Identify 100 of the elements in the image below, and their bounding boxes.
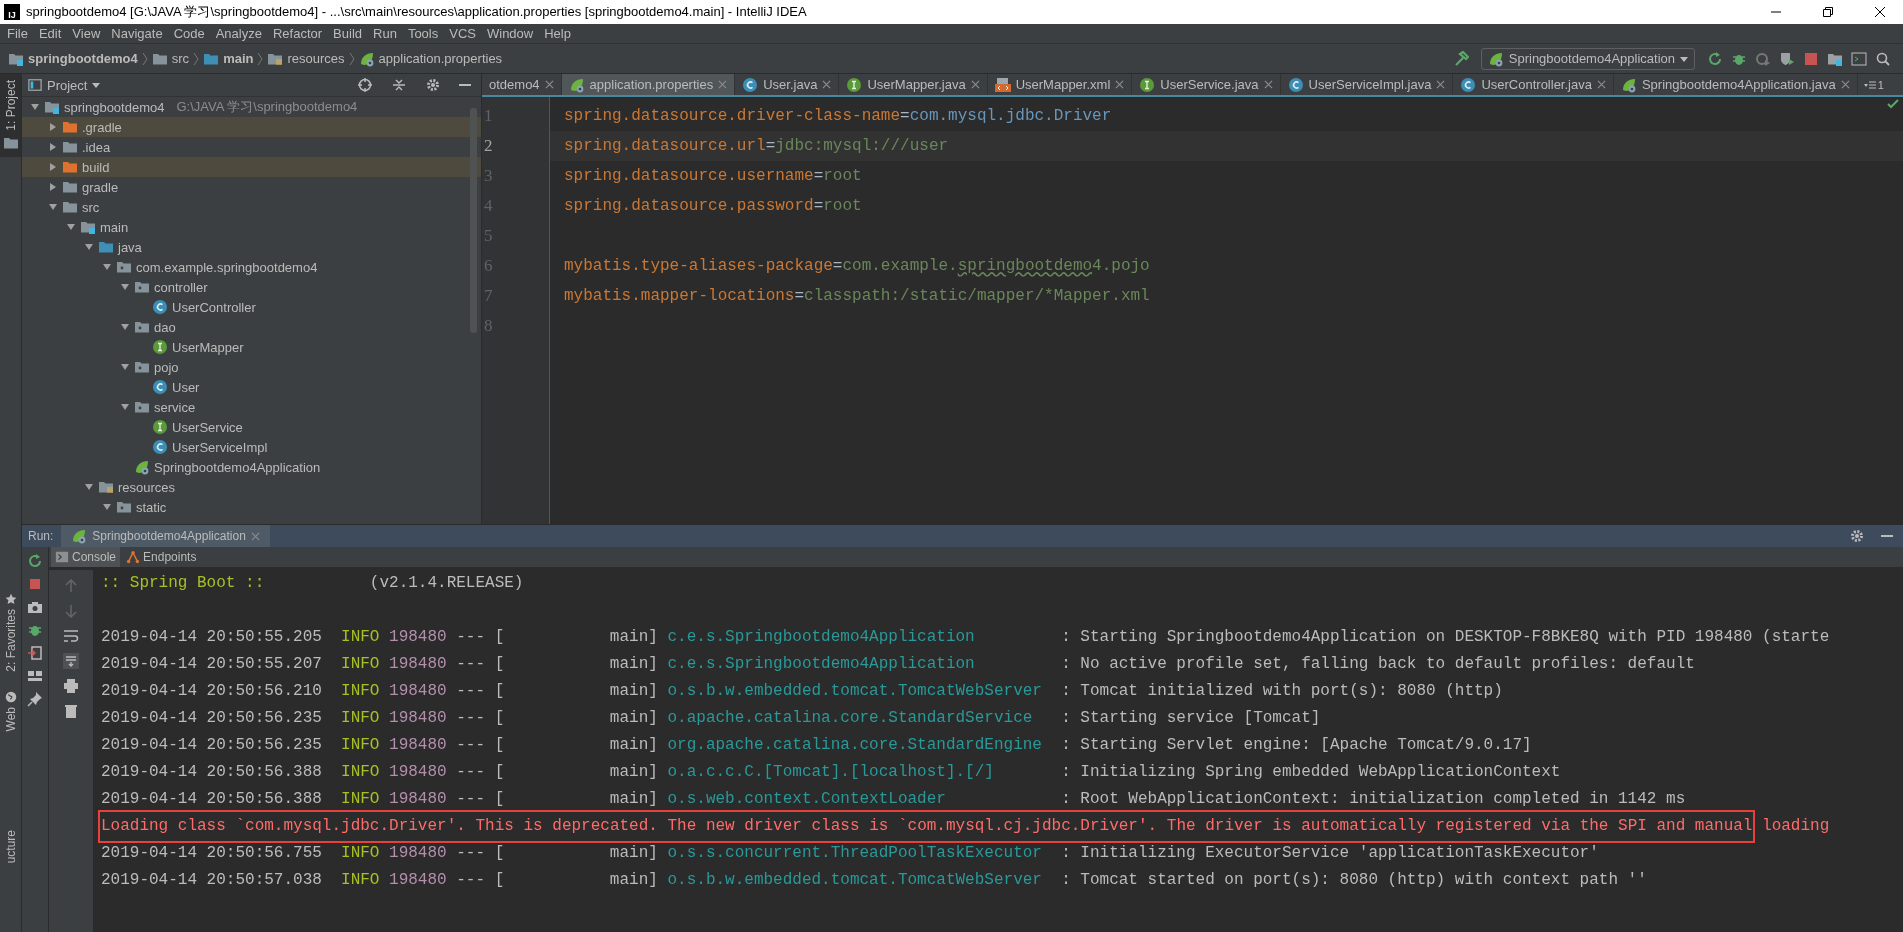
tree-item[interactable]: springbootdemo4 G:\JAVA 学习\springbootdemo4: [22, 97, 481, 117]
tree-item[interactable]: gradle: [22, 177, 481, 197]
collapse-all-button[interactable]: [391, 77, 407, 93]
editor-tab[interactable]: User.java: [735, 74, 840, 95]
editor-tab[interactable]: application.properties: [561, 74, 736, 95]
tool-window-tab[interactable]: Web: [0, 685, 21, 738]
tool-window-tab[interactable]: 1: Project: [0, 74, 21, 157]
menu-item[interactable]: Analyze: [210, 26, 268, 41]
expanded-arrow-icon[interactable]: [84, 482, 94, 492]
collapsed-arrow-icon[interactable]: [48, 142, 58, 152]
expanded-arrow-icon[interactable]: [30, 102, 40, 112]
breadcrumb-item[interactable]: springbootdemo4: [8, 50, 138, 67]
clear-button[interactable]: [63, 703, 79, 719]
tree-item[interactable]: UserMapper: [22, 337, 481, 357]
close-tab-button[interactable]: [970, 80, 980, 89]
project-view-dropdown[interactable]: Project: [28, 77, 101, 93]
editor-tab[interactable]: UserMapper.xml: [987, 74, 1133, 95]
tree-item[interactable]: src: [22, 197, 481, 217]
tree-item[interactable]: User: [22, 377, 481, 397]
tool-window-tab[interactable]: ucture: [0, 823, 21, 870]
tree-item[interactable]: Springbootdemo4Application: [22, 457, 481, 477]
rerun-button[interactable]: [27, 553, 43, 569]
locate-button[interactable]: [357, 77, 373, 93]
profile-button[interactable]: [1779, 50, 1795, 67]
console-tab[interactable]: Endpoints: [122, 547, 201, 567]
menu-item[interactable]: File: [2, 26, 34, 41]
dump-threads-button[interactable]: [27, 599, 43, 615]
expanded-arrow-icon[interactable]: [120, 362, 130, 372]
menu-item[interactable]: View: [67, 26, 107, 41]
menu-item[interactable]: Build: [328, 26, 368, 41]
menu-item[interactable]: Refactor: [267, 26, 329, 41]
collapsed-arrow-icon[interactable]: [48, 182, 58, 192]
close-tab-button[interactable]: [1115, 80, 1125, 89]
tree-item[interactable]: pojo: [22, 357, 481, 377]
settings-button[interactable]: [425, 77, 441, 93]
menu-item[interactable]: Code: [168, 26, 211, 41]
editor-tab[interactable]: UserController.java: [1453, 74, 1614, 95]
collapsed-arrow-icon[interactable]: [48, 122, 58, 132]
exit-button[interactable]: [27, 645, 43, 661]
stop-button[interactable]: [1803, 50, 1819, 67]
tree-item[interactable]: resources: [22, 477, 481, 497]
close-tab-button[interactable]: [1263, 80, 1273, 89]
close-tab-button[interactable]: [544, 80, 554, 89]
close-tab-button[interactable]: [1436, 80, 1446, 89]
expanded-arrow-icon[interactable]: [84, 242, 94, 252]
tree-item[interactable]: main: [22, 217, 481, 237]
rerun-button[interactable]: [1707, 50, 1723, 67]
tree-item[interactable]: .gradle: [22, 117, 481, 137]
editor-tab[interactable]: UserMapper.java: [839, 74, 988, 95]
expanded-arrow-icon[interactable]: [120, 402, 130, 412]
tree-item[interactable]: UserServiceImpl: [22, 437, 481, 457]
menu-item[interactable]: Run: [368, 26, 403, 41]
menu-item[interactable]: Tools: [402, 26, 445, 41]
coverage-button[interactable]: [1755, 50, 1771, 67]
settings-button[interactable]: [1849, 528, 1865, 544]
close-tab-button[interactable]: [1840, 80, 1850, 89]
menu-item[interactable]: Help: [539, 26, 577, 41]
editor-tab[interactable]: Springbootdemo4Application.java: [1613, 74, 1858, 95]
tree-item[interactable]: .idea: [22, 137, 481, 157]
tree-item[interactable]: controller: [22, 277, 481, 297]
collapsed-arrow-icon[interactable]: [48, 162, 58, 172]
tree-item[interactable]: build: [22, 157, 481, 177]
breadcrumb-item[interactable]: application.properties: [358, 50, 503, 67]
menu-item[interactable]: VCS: [444, 26, 482, 41]
menu-item[interactable]: Window: [481, 26, 540, 41]
expanded-arrow-icon[interactable]: [66, 222, 76, 232]
stop-button[interactable]: [27, 576, 43, 592]
expanded-arrow-icon[interactable]: [102, 502, 112, 512]
close-tab-button[interactable]: [822, 80, 832, 89]
editor-tab[interactable]: UserServiceImpl.java: [1280, 74, 1454, 95]
expanded-arrow-icon[interactable]: [120, 322, 130, 332]
breadcrumb-item[interactable]: src: [151, 50, 190, 67]
tree-item[interactable]: java: [22, 237, 481, 257]
layout-button[interactable]: [27, 668, 43, 684]
editor-tab[interactable]: UserService.java: [1132, 74, 1281, 95]
tree-item[interactable]: com.example.springbootdemo4: [22, 257, 481, 277]
run-tab[interactable]: Springbootdemo4Application: [61, 525, 270, 547]
tree-item[interactable]: dao: [22, 317, 481, 337]
console-tab[interactable]: Console: [51, 547, 121, 567]
terminal-button[interactable]: [1851, 50, 1867, 67]
expanded-arrow-icon[interactable]: [48, 202, 58, 212]
tool-window-tab[interactable]: 2: Favorites: [0, 586, 21, 678]
tree-item[interactable]: UserController: [22, 297, 481, 317]
soft-wrap-button[interactable]: [63, 628, 79, 644]
run-configuration-dropdown[interactable]: Springbootdemo4Application: [1480, 47, 1695, 70]
tree-item[interactable]: UserService: [22, 417, 481, 437]
tree-item[interactable]: service: [22, 397, 481, 417]
breadcrumb-item[interactable]: main: [203, 50, 254, 67]
pin-button[interactable]: [27, 691, 43, 707]
close-tab-button[interactable]: [718, 80, 728, 89]
menu-item[interactable]: Navigate: [106, 26, 169, 41]
expanded-arrow-icon[interactable]: [120, 282, 130, 292]
close-tab-button[interactable]: [1596, 80, 1606, 89]
tab-overflow-button[interactable]: 1: [1857, 74, 1890, 95]
tree-item[interactable]: static: [22, 497, 481, 517]
expanded-arrow-icon[interactable]: [102, 262, 112, 272]
breadcrumb-item[interactable]: resources: [267, 50, 345, 67]
editor-tab[interactable]: otdemo4: [482, 74, 562, 95]
search-button[interactable]: [1875, 50, 1891, 67]
scroll-to-end-button[interactable]: [63, 653, 79, 669]
